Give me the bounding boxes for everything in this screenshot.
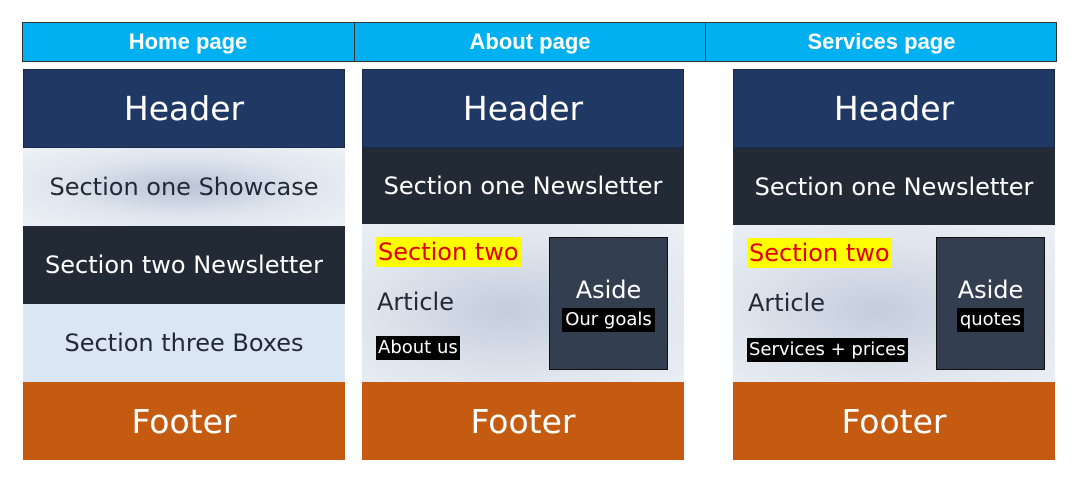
home-header: Header bbox=[23, 69, 345, 148]
services-header: Header bbox=[733, 69, 1055, 148]
title-home-page: Home page bbox=[128, 29, 248, 54]
about-article-tag: About us bbox=[376, 336, 460, 360]
about-section-two-label: Section two bbox=[376, 237, 521, 267]
services-section-two: Section two Article Services + prices As… bbox=[733, 225, 1055, 382]
services-aside-tag: quotes bbox=[956, 307, 1025, 332]
services-section-newsletter: Section one Newsletter bbox=[733, 148, 1055, 225]
home-section-boxes: Section three Boxes bbox=[23, 304, 345, 382]
home-footer: Footer bbox=[23, 382, 345, 460]
home-section-newsletter: Section two Newsletter bbox=[23, 226, 345, 304]
services-aside: Aside quotes bbox=[936, 237, 1045, 370]
about-header: Header bbox=[362, 69, 684, 148]
services-footer: Footer bbox=[733, 382, 1055, 460]
about-footer: Footer bbox=[362, 382, 684, 460]
about-section-two: Section two Article About us Aside Our g… bbox=[362, 224, 684, 382]
title-about-page: About page bbox=[469, 29, 591, 54]
services-section-two-label: Section two bbox=[747, 238, 892, 268]
about-aside-tag: Our goals bbox=[562, 307, 655, 332]
services-aside-label: Aside bbox=[957, 275, 1024, 304]
home-section-showcase: Section one Showcase bbox=[23, 148, 345, 226]
about-section-newsletter: Section one Newsletter bbox=[362, 148, 684, 224]
about-article-label: Article bbox=[377, 288, 454, 316]
about-aside: Aside Our goals bbox=[549, 237, 668, 370]
services-article-label: Article bbox=[748, 289, 825, 317]
title-services-page: Services page bbox=[807, 29, 956, 54]
services-article-tag: Services + prices bbox=[747, 338, 908, 362]
about-aside-label: Aside bbox=[575, 275, 642, 304]
